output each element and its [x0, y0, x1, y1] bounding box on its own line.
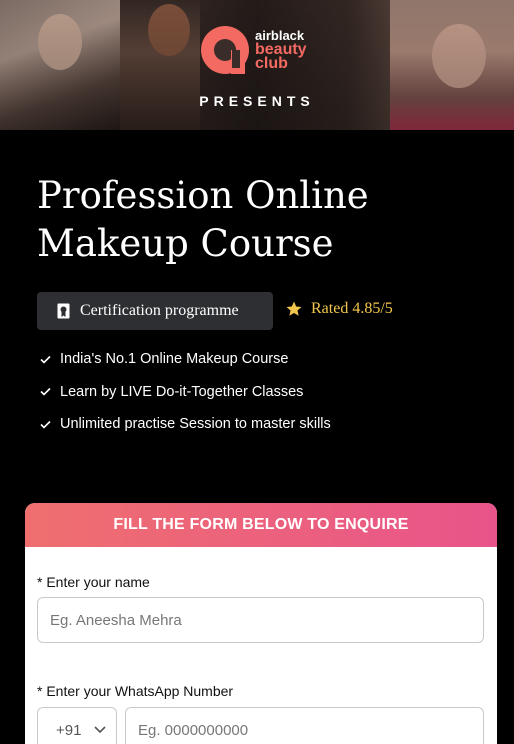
brand-line-3: club — [255, 55, 288, 72]
form-title: FILL THE FORM BELOW TO ENQUIRE — [113, 516, 409, 533]
whatsapp-label: * Enter your WhatsApp Number — [37, 683, 234, 699]
certification-label: Certification programme — [80, 302, 239, 319]
form-header: FILL THE FORM BELOW TO ENQUIRE — [25, 503, 497, 547]
feature-list: India's No.1 Online Makeup Course Learn … — [40, 343, 331, 441]
check-icon — [40, 388, 51, 396]
course-title: Profession Online Makeup Course — [37, 174, 369, 265]
country-code-value: +91 — [56, 721, 82, 739]
check-icon — [40, 420, 51, 429]
brand-logo: airblack beauty club — [199, 24, 307, 76]
enquiry-form: FILL THE FORM BELOW TO ENQUIRE * Enter y… — [25, 503, 497, 744]
certificate-icon — [57, 303, 70, 319]
list-item: Unlimited practise Session to master ski… — [40, 408, 331, 441]
feature-text: Learn by LIVE Do-it-Together Classes — [60, 383, 304, 400]
country-code-select[interactable]: +91 — [37, 707, 117, 744]
check-icon — [40, 355, 51, 364]
list-item: India's No.1 Online Makeup Course — [40, 343, 331, 376]
feature-text: India's No.1 Online Makeup Course — [60, 351, 289, 368]
whatsapp-number-input[interactable] — [125, 707, 484, 744]
name-label: * Enter your name — [37, 574, 150, 590]
hero-banner: airblack beauty club PRESENTS — [0, 0, 514, 130]
certification-badge: Certification programme — [37, 292, 273, 330]
brand-wordmark: airblack beauty club — [255, 29, 307, 72]
feature-text: Unlimited practise Session to master ski… — [60, 416, 331, 433]
star-icon — [286, 301, 302, 316]
list-item: Learn by LIVE Do-it-Together Classes — [40, 376, 331, 409]
rating-text: Rated 4.85/5 — [311, 300, 393, 317]
chevron-down-icon — [94, 726, 106, 734]
presents-text: PRESENTS — [199, 93, 315, 109]
airblack-logo-icon — [201, 26, 249, 74]
rating: Rated 4.85/5 — [285, 300, 393, 318]
name-input[interactable] — [37, 597, 484, 643]
